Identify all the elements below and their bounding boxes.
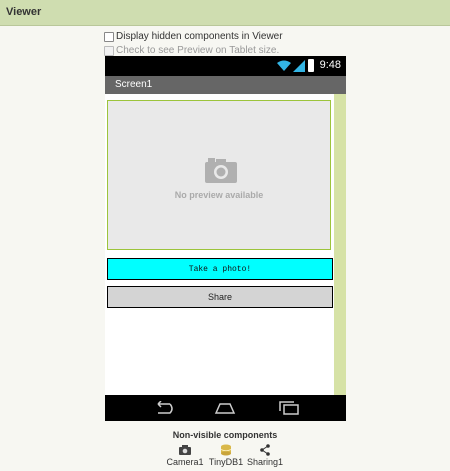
take-photo-button[interactable]: Take a photo! bbox=[107, 258, 333, 280]
screen-titlebar: Screen1 bbox=[105, 76, 346, 94]
status-time: 9:48 bbox=[319, 59, 341, 71]
signal-icon bbox=[293, 60, 305, 72]
wifi-icon bbox=[277, 60, 291, 71]
home-icon[interactable] bbox=[214, 401, 236, 415]
nonvisible-label: TinyDB1 bbox=[208, 457, 244, 467]
phone-preview: 9:48 Screen1 No preview available Take a… bbox=[105, 56, 346, 421]
viewer-title: Viewer bbox=[6, 6, 42, 18]
display-hidden-checkbox[interactable] bbox=[104, 31, 114, 42]
screen-scrollbar[interactable] bbox=[334, 94, 346, 395]
tablet-preview-label: Check to see Preview on Tablet size. bbox=[116, 45, 280, 56]
camera-icon bbox=[179, 445, 191, 455]
share-icon bbox=[260, 444, 270, 456]
share-button[interactable]: Share bbox=[107, 286, 333, 308]
nav-bar bbox=[105, 395, 346, 421]
screen-content: No preview available Take a photo! Share bbox=[105, 94, 346, 395]
nonvisible-title: Non-visible components bbox=[172, 430, 278, 440]
image-component[interactable]: No preview available bbox=[107, 100, 331, 250]
nonvisible-tinydb[interactable]: TinyDB1 bbox=[205, 444, 247, 467]
no-preview-text: No preview available bbox=[174, 190, 264, 200]
nonvisible-camera[interactable]: Camera1 bbox=[164, 444, 206, 467]
recent-apps-icon[interactable] bbox=[278, 401, 300, 415]
screen-title: Screen1 bbox=[115, 79, 153, 90]
battery-icon bbox=[308, 59, 314, 72]
display-hidden-option[interactable]: Display hidden components in Viewer bbox=[104, 31, 283, 42]
back-icon[interactable] bbox=[152, 401, 174, 415]
camera-icon bbox=[205, 158, 237, 183]
tablet-preview-option[interactable]: Check to see Preview on Tablet size. bbox=[104, 45, 279, 56]
viewer-header: Viewer bbox=[0, 0, 450, 26]
nonvisible-label: Camera1 bbox=[166, 457, 204, 467]
display-hidden-label: Display hidden components in Viewer bbox=[116, 31, 283, 42]
tablet-preview-checkbox[interactable] bbox=[104, 45, 114, 56]
nonvisible-sharing[interactable]: Sharing1 bbox=[244, 444, 286, 467]
nonvisible-label: Sharing1 bbox=[246, 457, 284, 467]
database-icon bbox=[220, 444, 232, 456]
status-bar: 9:48 bbox=[105, 56, 346, 76]
